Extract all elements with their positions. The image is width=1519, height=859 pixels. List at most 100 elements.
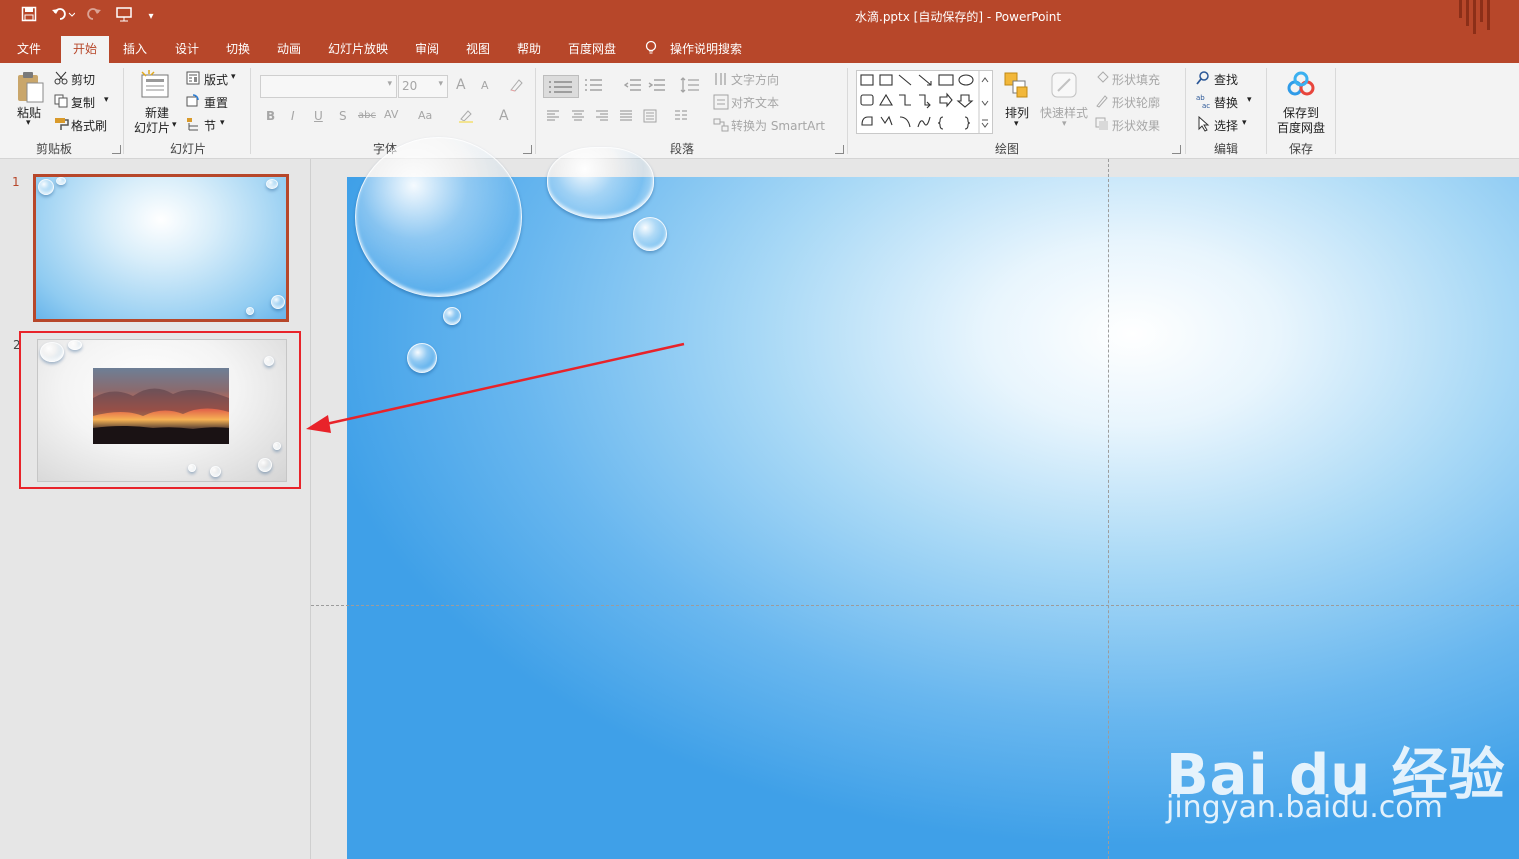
text-direction-button[interactable]: 文字方向	[731, 71, 779, 88]
italic-button[interactable]: I	[291, 109, 295, 123]
tab-home[interactable]: 开始	[61, 36, 109, 63]
ribbon-separator	[250, 68, 251, 154]
save-to-netdisk-label-line2[interactable]: 百度网盘	[1277, 119, 1325, 136]
font-name-combobox[interactable]: ▾	[260, 75, 397, 98]
smartart-icon	[713, 117, 729, 136]
shape-fill-button[interactable]: 形状填充	[1112, 71, 1160, 88]
replace-button[interactable]: 替换	[1214, 94, 1238, 111]
drawing-dialog-launcher-icon[interactable]	[1172, 145, 1181, 154]
tab-baidu-netdisk[interactable]: 百度网盘	[568, 40, 616, 57]
select-dropdown-icon[interactable]: ▾	[1242, 118, 1247, 128]
align-right-icon[interactable]	[595, 109, 609, 126]
arrange-dropdown-icon[interactable]: ▾	[1014, 119, 1019, 129]
tab-help[interactable]: 帮助	[517, 40, 541, 57]
align-center-icon[interactable]	[571, 109, 585, 126]
new-slide-dropdown-icon[interactable]: ▾	[172, 120, 177, 130]
highlight-icon[interactable]	[459, 109, 477, 126]
tab-view[interactable]: 视图	[466, 40, 490, 57]
shape-effects-button[interactable]: 形状效果	[1112, 117, 1160, 134]
cut-button[interactable]: 剪切	[71, 71, 95, 88]
water-drop	[633, 217, 667, 251]
tab-transitions[interactable]: 切换	[226, 40, 250, 57]
decrease-indent-icon[interactable]	[623, 77, 642, 96]
bullets-button[interactable]	[543, 75, 579, 98]
format-painter-icon	[54, 117, 70, 134]
svg-text:ab: ab	[1196, 94, 1205, 102]
reset-button[interactable]: 重置	[204, 94, 228, 111]
presentation-icon[interactable]	[112, 6, 136, 28]
change-case-button[interactable]: Aa	[418, 109, 432, 122]
select-cursor-icon	[1198, 115, 1210, 135]
text-shadow-button[interactable]: S	[339, 109, 347, 123]
water-drop	[443, 307, 461, 325]
character-spacing-button[interactable]: AV	[384, 108, 398, 121]
water-drop	[246, 307, 254, 315]
format-painter-button[interactable]: 格式刷	[71, 117, 107, 134]
clipboard-dialog-launcher-icon[interactable]	[112, 145, 121, 154]
tab-design[interactable]: 设计	[175, 40, 199, 57]
save-icon[interactable]	[18, 6, 40, 28]
pen-icon	[1095, 94, 1109, 111]
horizontal-guide-line[interactable]	[311, 605, 1519, 606]
clear-formatting-icon[interactable]	[508, 77, 524, 96]
font-size-dropdown-icon[interactable]: ▾	[438, 79, 443, 89]
increase-indent-icon[interactable]	[648, 77, 666, 96]
arrange-icon[interactable]	[1003, 71, 1031, 104]
layout-button[interactable]: 版式	[204, 71, 228, 88]
layout-icon	[186, 71, 200, 88]
align-left-icon[interactable]	[546, 109, 560, 126]
layout-dropdown-icon[interactable]: ▾	[231, 72, 236, 82]
align-text-button[interactable]: 对齐文本	[731, 94, 779, 111]
new-slide-icon[interactable]	[140, 69, 172, 102]
copy-dropdown-icon[interactable]: ▾	[104, 95, 109, 105]
tab-animations[interactable]: 动画	[277, 40, 301, 57]
shrink-font-button[interactable]: A	[481, 79, 489, 92]
font-color-button[interactable]: A	[499, 108, 509, 124]
strikethrough-button[interactable]: abc	[358, 110, 376, 121]
select-button[interactable]: 选择	[1214, 117, 1238, 134]
shape-outline-button[interactable]: 形状轮廓	[1112, 94, 1160, 111]
ribbon-separator	[535, 68, 536, 154]
paragraph-dialog-launcher-icon[interactable]	[835, 145, 844, 154]
shapes-gallery[interactable]	[856, 70, 993, 134]
tab-file[interactable]: 文件	[17, 40, 41, 57]
font-name-dropdown-icon[interactable]: ▾	[387, 79, 392, 89]
tab-slideshow[interactable]: 幻灯片放映	[328, 40, 388, 57]
bold-button[interactable]: B	[266, 109, 275, 123]
paste-icon[interactable]	[15, 71, 45, 106]
font-size-combobox[interactable]: 20 ▾	[398, 75, 448, 98]
justify-icon[interactable]	[619, 109, 633, 126]
title-bar: ▾ 水滴.pptx [自动保存的] - PowerPoint	[0, 0, 1519, 34]
quick-styles-icon[interactable]	[1050, 71, 1080, 104]
find-button[interactable]: 查找	[1214, 71, 1238, 88]
columns-icon[interactable]	[674, 109, 696, 126]
section-button[interactable]: 节	[204, 117, 216, 134]
tell-me-search[interactable]: 操作说明搜索	[670, 40, 742, 57]
numbering-icon[interactable]	[583, 77, 607, 96]
replace-dropdown-icon[interactable]: ▾	[1247, 95, 1252, 105]
vertical-guide-line[interactable]	[1108, 159, 1109, 859]
new-slide-label-line2[interactable]: 幻灯片	[134, 119, 170, 136]
undo-icon[interactable]	[48, 6, 78, 28]
customize-toolbar-icon[interactable]: ▾	[144, 6, 158, 28]
redo-icon[interactable]	[84, 6, 104, 28]
align-text-icon	[713, 94, 729, 113]
reset-icon	[186, 94, 200, 111]
quick-styles-dropdown-icon[interactable]: ▾	[1062, 119, 1067, 129]
font-dialog-launcher-icon[interactable]	[523, 145, 532, 154]
shape-effects-icon	[1095, 117, 1109, 134]
tab-review[interactable]: 审阅	[415, 40, 439, 57]
underline-button[interactable]: U	[314, 109, 323, 123]
baidu-netdisk-icon[interactable]	[1286, 71, 1316, 102]
slide-thumbnail-1[interactable]	[33, 174, 289, 322]
section-dropdown-icon[interactable]: ▾	[220, 118, 225, 128]
grow-font-button[interactable]: A	[456, 77, 466, 93]
convert-smartart-button[interactable]: 转换为 SmartArt	[731, 117, 825, 134]
paste-dropdown-icon[interactable]: ▾	[26, 118, 31, 128]
ribbon: 粘贴 ▾ 剪切 复制 ▾ 格式刷 剪贴板 新建 幻灯片 ▾ 版式 ▾ 重置 节 …	[0, 63, 1519, 159]
section-icon	[186, 117, 200, 134]
distributed-icon[interactable]	[643, 109, 657, 126]
copy-button[interactable]: 复制	[71, 94, 95, 111]
line-spacing-icon[interactable]	[680, 77, 700, 96]
tab-insert[interactable]: 插入	[123, 40, 147, 57]
